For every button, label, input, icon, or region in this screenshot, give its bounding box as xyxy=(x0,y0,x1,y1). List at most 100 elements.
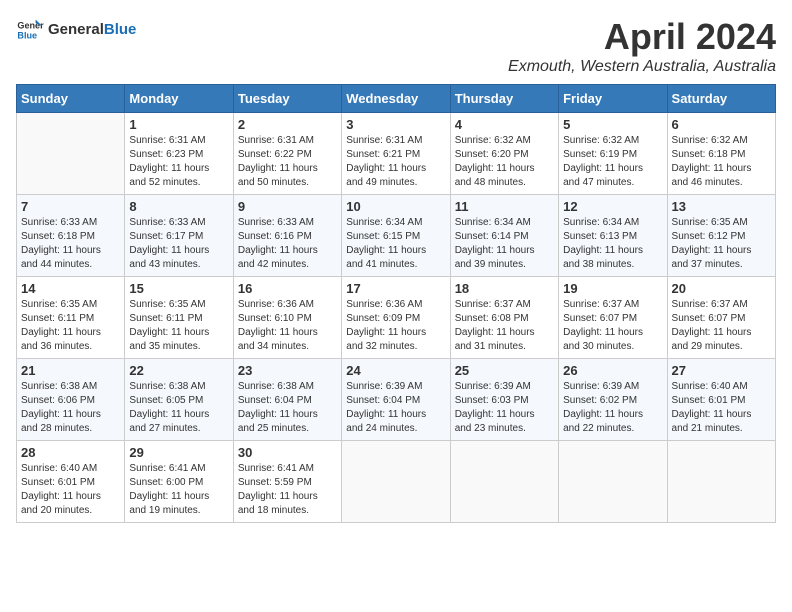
calendar-cell: 9Sunrise: 6:33 AM Sunset: 6:16 PM Daylig… xyxy=(233,195,341,277)
day-info: Sunrise: 6:34 AM Sunset: 6:13 PM Dayligh… xyxy=(563,216,662,272)
day-info: Sunrise: 6:35 AM Sunset: 6:11 PM Dayligh… xyxy=(129,298,228,354)
weekday-header-friday: Friday xyxy=(559,85,667,113)
calendar-cell: 25Sunrise: 6:39 AM Sunset: 6:03 PM Dayli… xyxy=(450,359,558,441)
calendar-cell: 23Sunrise: 6:38 AM Sunset: 6:04 PM Dayli… xyxy=(233,359,341,441)
day-info: Sunrise: 6:31 AM Sunset: 6:21 PM Dayligh… xyxy=(346,134,445,190)
calendar-cell: 20Sunrise: 6:37 AM Sunset: 6:07 PM Dayli… xyxy=(667,277,775,359)
weekday-header-sunday: Sunday xyxy=(17,85,125,113)
weekday-header-saturday: Saturday xyxy=(667,85,775,113)
calendar-cell: 30 Sunrise: 6:41 AM Sunset: 5:59 PM Dayli… xyxy=(233,441,341,523)
day-number: 27 xyxy=(672,363,771,378)
day-number: 22 xyxy=(129,363,228,378)
day-number: 19 xyxy=(563,281,662,296)
day-info: Sunrise: 6:39 AM Sunset: 6:02 PM Dayligh… xyxy=(563,380,662,436)
calendar-cell: 12 Sunrise: 6:34 AM Sunset: 6:13 PM Dayli… xyxy=(559,195,667,277)
day-info: Sunrise: 6:34 AM Sunset: 6:15 PM Dayligh… xyxy=(346,216,445,272)
logo-general-text: General xyxy=(48,21,104,38)
logo-blue-text: Blue xyxy=(104,21,137,38)
day-number: 18 xyxy=(455,281,554,296)
logo: General Blue GeneralBlue xyxy=(16,16,136,44)
weekday-header-thursday: Thursday xyxy=(450,85,558,113)
calendar-cell: 4 Sunrise: 6:32 AM Sunset: 6:20 PM Daylig… xyxy=(450,113,558,195)
calendar-cell: 11 Sunrise: 6:34 AM Sunset: 6:14 PM Dayli… xyxy=(450,195,558,277)
day-info: Sunrise: 6:32 AM Sunset: 6:18 PM Dayligh… xyxy=(672,134,771,190)
day-number: 30 xyxy=(238,445,337,460)
location-title: Exmouth, Western Australia, Australia xyxy=(508,58,776,76)
calendar-cell: 3 Sunrise: 6:31 AM Sunset: 6:21 PM Daylig… xyxy=(342,113,450,195)
day-info: Sunrise: 6:37 AM Sunset: 6:07 PM Dayligh… xyxy=(672,298,771,354)
day-info: Sunrise: 6:33 AM Sunset: 6:18 PM Dayligh… xyxy=(21,216,120,272)
calendar-cell: 18 Sunrise: 6:37 AM Sunset: 6:08 PM Dayli… xyxy=(450,277,558,359)
day-number: 23 xyxy=(238,363,337,378)
day-number: 24 xyxy=(346,363,445,378)
svg-text:Blue: Blue xyxy=(17,30,37,40)
calendar-cell xyxy=(17,113,125,195)
calendar-cell: 14 Sunrise: 6:35 AM Sunset: 6:11 PM Dayli… xyxy=(17,277,125,359)
calendar-cell: 21Sunrise: 6:38 AM Sunset: 6:06 PM Dayli… xyxy=(17,359,125,441)
day-info: Sunrise: 6:36 AM Sunset: 6:10 PM Dayligh… xyxy=(238,298,337,354)
day-number: 25 xyxy=(455,363,554,378)
calendar-cell: 28Sunrise: 6:40 AM Sunset: 6:01 PM Dayli… xyxy=(17,441,125,523)
day-info: Sunrise: 6:32 AM Sunset: 6:19 PM Dayligh… xyxy=(563,134,662,190)
day-number: 13 xyxy=(672,199,771,214)
day-number: 15 xyxy=(129,281,228,296)
weekday-header-row: SundayMondayTuesdayWednesdayThursdayFrid… xyxy=(17,85,776,113)
calendar-cell: 22 Sunrise: 6:38 AM Sunset: 6:05 PM Dayli… xyxy=(125,359,233,441)
day-info: Sunrise: 6:40 AM Sunset: 6:01 PM Dayligh… xyxy=(672,380,771,436)
day-number: 12 xyxy=(563,199,662,214)
day-info: Sunrise: 6:33 AM Sunset: 6:17 PM Dayligh… xyxy=(129,216,228,272)
day-info: Sunrise: 6:35 AM Sunset: 6:11 PM Dayligh… xyxy=(21,298,120,354)
day-number: 6 xyxy=(672,117,771,132)
day-number: 9 xyxy=(238,199,337,214)
day-info: Sunrise: 6:35 AM Sunset: 6:12 PM Dayligh… xyxy=(672,216,771,272)
calendar-cell: 10 Sunrise: 6:34 AM Sunset: 6:15 PM Dayli… xyxy=(342,195,450,277)
weekday-header-monday: Monday xyxy=(125,85,233,113)
calendar-cell: 26Sunrise: 6:39 AM Sunset: 6:02 PM Dayli… xyxy=(559,359,667,441)
day-number: 10 xyxy=(346,199,445,214)
calendar-week-row: 28Sunrise: 6:40 AM Sunset: 6:01 PM Dayli… xyxy=(17,441,776,523)
calendar-week-row: 14 Sunrise: 6:35 AM Sunset: 6:11 PM Dayli… xyxy=(17,277,776,359)
calendar-cell: 6 Sunrise: 6:32 AM Sunset: 6:18 PM Daylig… xyxy=(667,113,775,195)
day-number: 1 xyxy=(129,117,228,132)
page-header: General Blue GeneralBlue April 2024 Exmo… xyxy=(16,16,776,76)
day-number: 11 xyxy=(455,199,554,214)
calendar-cell xyxy=(559,441,667,523)
day-number: 28 xyxy=(21,445,120,460)
title-area: April 2024 Exmouth, Western Australia, A… xyxy=(508,16,776,76)
weekday-header-tuesday: Tuesday xyxy=(233,85,341,113)
calendar-cell: 29Sunrise: 6:41 AM Sunset: 6:00 PM Dayli… xyxy=(125,441,233,523)
calendar-week-row: 21Sunrise: 6:38 AM Sunset: 6:06 PM Dayli… xyxy=(17,359,776,441)
day-info: Sunrise: 6:38 AM Sunset: 6:06 PM Dayligh… xyxy=(21,380,120,436)
svg-text:General: General xyxy=(17,21,44,31)
calendar-cell: 1Sunrise: 6:31 AM Sunset: 6:23 PM Daylig… xyxy=(125,113,233,195)
day-info: Sunrise: 6:31 AM Sunset: 6:22 PM Dayligh… xyxy=(238,134,337,190)
calendar-cell: 16 Sunrise: 6:36 AM Sunset: 6:10 PM Dayli… xyxy=(233,277,341,359)
day-info: Sunrise: 6:37 AM Sunset: 6:07 PM Dayligh… xyxy=(563,298,662,354)
day-info: Sunrise: 6:32 AM Sunset: 6:20 PM Dayligh… xyxy=(455,134,554,190)
day-info: Sunrise: 6:37 AM Sunset: 6:08 PM Dayligh… xyxy=(455,298,554,354)
day-number: 2 xyxy=(238,117,337,132)
calendar-cell xyxy=(450,441,558,523)
day-number: 4 xyxy=(455,117,554,132)
day-number: 8 xyxy=(129,199,228,214)
calendar-cell: 5Sunrise: 6:32 AM Sunset: 6:19 PM Daylig… xyxy=(559,113,667,195)
day-info: Sunrise: 6:38 AM Sunset: 6:05 PM Dayligh… xyxy=(129,380,228,436)
day-number: 16 xyxy=(238,281,337,296)
day-number: 14 xyxy=(21,281,120,296)
calendar-cell: 7 Sunrise: 6:33 AM Sunset: 6:18 PM Daylig… xyxy=(17,195,125,277)
calendar-week-row: 1Sunrise: 6:31 AM Sunset: 6:23 PM Daylig… xyxy=(17,113,776,195)
day-info: Sunrise: 6:34 AM Sunset: 6:14 PM Dayligh… xyxy=(455,216,554,272)
calendar-cell: 19 Sunrise: 6:37 AM Sunset: 6:07 PM Dayli… xyxy=(559,277,667,359)
calendar-cell: 2 Sunrise: 6:31 AM Sunset: 6:22 PM Daylig… xyxy=(233,113,341,195)
day-info: Sunrise: 6:41 AM Sunset: 5:59 PM Dayligh… xyxy=(238,462,337,518)
day-number: 17 xyxy=(346,281,445,296)
day-info: Sunrise: 6:41 AM Sunset: 6:00 PM Dayligh… xyxy=(129,462,228,518)
day-number: 3 xyxy=(346,117,445,132)
day-number: 7 xyxy=(21,199,120,214)
calendar-cell: 15 Sunrise: 6:35 AM Sunset: 6:11 PM Dayli… xyxy=(125,277,233,359)
month-title: April 2024 xyxy=(508,16,776,58)
calendar-cell: 27 Sunrise: 6:40 AM Sunset: 6:01 PM Dayli… xyxy=(667,359,775,441)
day-info: Sunrise: 6:39 AM Sunset: 6:04 PM Dayligh… xyxy=(346,380,445,436)
calendar-cell: 24 Sunrise: 6:39 AM Sunset: 6:04 PM Dayli… xyxy=(342,359,450,441)
calendar-cell xyxy=(342,441,450,523)
